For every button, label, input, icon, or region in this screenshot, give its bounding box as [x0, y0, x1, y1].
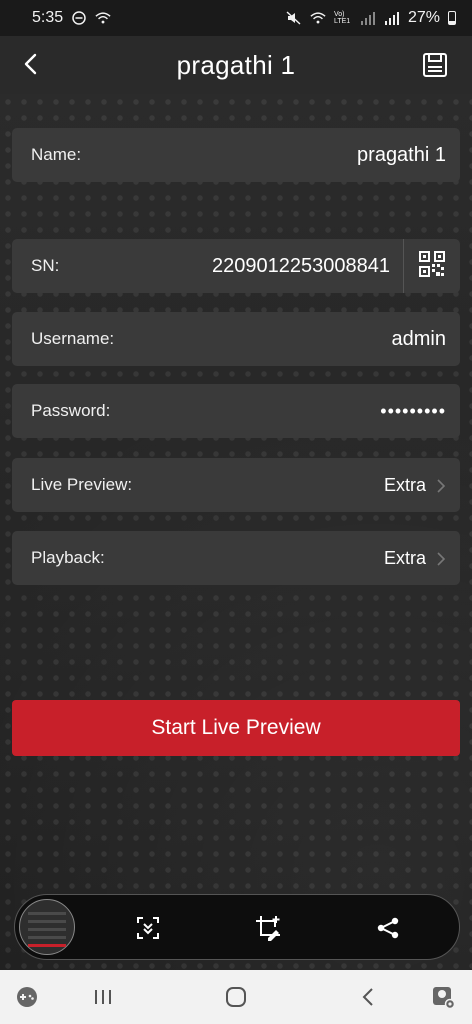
- page-title: pragathi 1: [176, 49, 296, 80]
- playback-label: Playback:: [31, 548, 105, 567]
- status-bar: 5:35 Vo) LTE1 27%: [0, 0, 472, 36]
- scroll-capture-icon[interactable]: [133, 913, 163, 943]
- battery-icon: [448, 11, 456, 25]
- assistant-icon[interactable]: [430, 984, 456, 1010]
- crop-edit-icon[interactable]: [253, 913, 283, 943]
- playback-value: Extra: [383, 547, 426, 568]
- chevron-right-icon: [436, 551, 446, 566]
- share-icon[interactable]: [373, 913, 403, 943]
- save-icon[interactable]: [422, 52, 448, 78]
- back-icon[interactable]: [355, 984, 381, 1010]
- battery-percent: 27%: [407, 9, 440, 26]
- chevron-right-icon: [436, 478, 446, 493]
- sn-label: SN:: [31, 256, 60, 275]
- username-row[interactable]: Username: admin: [12, 312, 460, 366]
- screenshot-thumbnail[interactable]: [19, 899, 75, 955]
- sn-value[interactable]: 2209012253008841: [212, 255, 390, 278]
- home-icon[interactable]: [223, 984, 249, 1010]
- signal-icon-2: [384, 10, 400, 26]
- wifi-calling-icon: [95, 10, 111, 26]
- mute-icon: [286, 10, 302, 26]
- name-value[interactable]: pragathi 1: [357, 144, 446, 167]
- qr-code-icon: [419, 250, 445, 282]
- recent-apps-icon[interactable]: [90, 984, 116, 1010]
- system-nav-bar: [0, 970, 472, 1024]
- dnd-icon: [71, 10, 87, 26]
- status-time: 5:35: [32, 9, 64, 26]
- name-row[interactable]: Name: pragathi 1: [12, 128, 460, 182]
- signal-icon-1: [360, 10, 376, 26]
- username-label: Username:: [31, 329, 115, 348]
- game-launcher-icon[interactable]: [14, 984, 40, 1010]
- playback-row[interactable]: Playback: Extra: [12, 531, 460, 585]
- live-preview-label: Live Preview:: [31, 475, 133, 494]
- live-preview-row[interactable]: Live Preview: Extra: [12, 458, 460, 512]
- screenshot-toolbar: [14, 894, 460, 960]
- qr-code-button[interactable]: [403, 239, 460, 293]
- wifi-icon: [310, 10, 326, 26]
- name-label: Name:: [31, 145, 82, 164]
- password-value[interactable]: •••••••••: [380, 401, 446, 422]
- back-icon[interactable]: [18, 50, 46, 78]
- live-preview-value: Extra: [383, 474, 426, 495]
- password-row[interactable]: Password: •••••••••: [12, 384, 460, 438]
- password-label: Password:: [31, 401, 111, 420]
- start-live-preview-button[interactable]: Start Live Preview: [12, 700, 460, 756]
- sn-row[interactable]: SN: 2209012253008841: [12, 239, 460, 293]
- username-value[interactable]: admin: [392, 328, 446, 351]
- volte-label: Vo) LTE1: [333, 11, 351, 25]
- device-form: Name: pragathi 1 SN: 2209012253008841 Us…: [0, 94, 472, 970]
- app-bar: pragathi 1: [0, 36, 472, 94]
